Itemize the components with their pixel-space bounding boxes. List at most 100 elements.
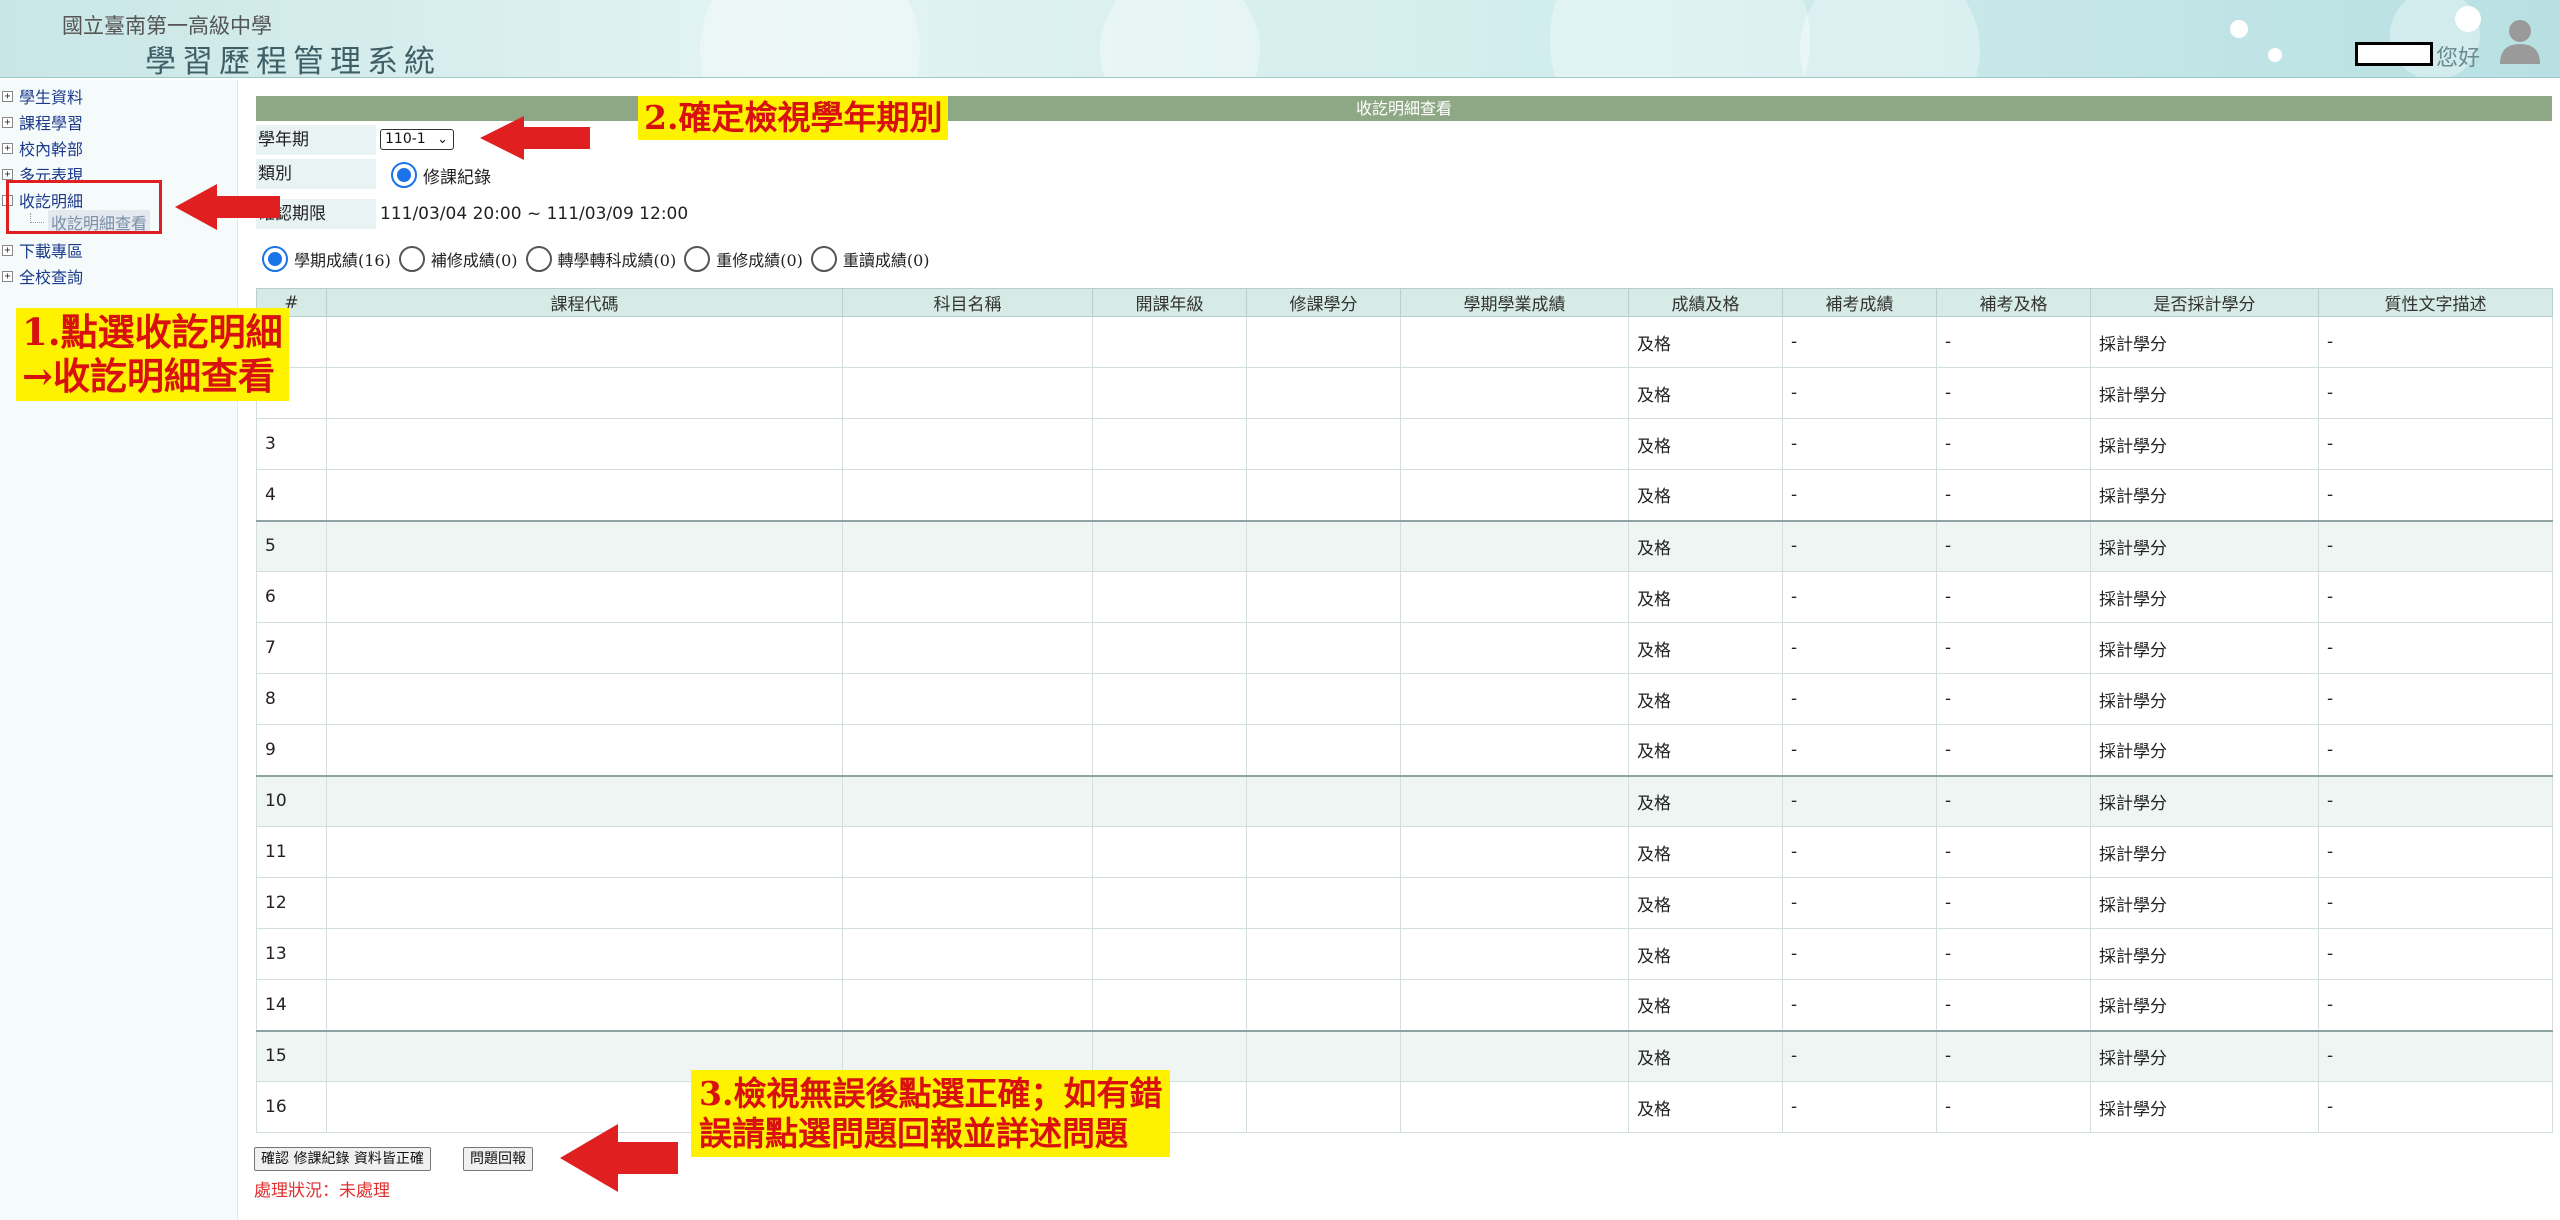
score-type-retake[interactable]: 重修成績(0) [684,246,803,272]
table-cell [842,774,1093,827]
page-title: 收訖明細查看 [256,96,2552,121]
table-cell: 採計學分 [2090,724,2319,776]
column-header: 修課學分 [1246,288,1401,317]
table-cell [1400,673,1629,725]
table-cell: - [2318,367,2553,419]
expand-icon[interactable]: + [2,116,13,128]
table-row: 14 及格 - - 採計學分 - [256,979,2553,1031]
table-cell [1246,724,1401,776]
score-type-repeat[interactable]: 重讀成績(0) [810,246,930,272]
table-cell: 及格 [1628,622,1783,674]
confirm-correct-button[interactable]: 確認 修課紀錄 資料皆正確 [254,1147,431,1171]
table-cell: - [1782,519,1937,572]
sidebar-item-school-query[interactable]: + 全校查詢 [2,264,83,288]
term-select-value: 110-1 [385,131,426,147]
table-cell [1246,826,1401,878]
table-cell: - [1782,316,1937,368]
table-cell [1246,928,1401,980]
table-cell: - [2318,519,2553,572]
expand-icon[interactable]: + [2,168,13,180]
table-cell [1246,1081,1401,1133]
table-cell [1400,571,1629,623]
table-cell [326,724,843,776]
score-type-transfer[interactable]: 轉學轉科成績(0) [525,246,676,272]
table-cell: 採計學分 [2090,519,2319,572]
table-cell: - [2318,724,2553,776]
table-cell: 16 [256,1081,327,1133]
table-header-row: # 課程代碼 科目名稱 開課年級 修課學分 學期學業成績 成績及格 補考成績 補考及格 是否採計學… [256,288,2553,317]
table-row: 10 及格 - - 採計學分 - [256,774,2553,827]
table-cell: 採計學分 [2090,826,2319,878]
step3-callout: 3.檢視無誤後點選正確；如有錯 誤請點選問題回報並詳述問題 [691,1070,1171,1158]
table-cell [1246,877,1401,929]
score-type-radio-group: 學期成績(16) 補修成績(0) 轉學轉科成績(0) 重修成績(0) 重讀成績(… [262,246,938,272]
category-option-label: 修課紀錄 [423,168,491,188]
table-cell: 13 [256,928,327,980]
table-cell [1246,469,1401,521]
table-cell [1092,877,1247,929]
table-cell: 5 [256,519,327,572]
sidebar-item-course-learning[interactable]: + 課程學習 [2,110,83,134]
table-cell: - [1782,1081,1937,1133]
expand-icon[interactable]: + [2,142,13,154]
table-cell: 7 [256,622,327,674]
radio-button[interactable] [525,246,552,272]
table-cell [1092,418,1247,470]
expand-icon[interactable]: + [2,270,13,282]
table-cell: 採計學分 [2090,877,2319,929]
table-row: 6 及格 - - 採計學分 - [256,571,2553,623]
radio-button[interactable] [398,246,425,272]
table-cell [326,367,843,419]
arrow-left-icon [560,1124,678,1192]
user-avatar-icon[interactable] [2498,16,2542,66]
table-row: 2及格--採計學分- [256,367,2553,419]
table-cell [1092,826,1247,878]
table-cell: - [1936,877,2091,929]
sidebar-item-downloads[interactable]: + 下載專區 [2,238,83,262]
table-cell: 及格 [1628,826,1783,878]
table-cell: - [1936,724,2091,776]
table-cell: 採計學分 [2090,1081,2319,1133]
grades-table: # 課程代碼 科目名稱 開課年級 修課學分 學期學業成績 成績及格 補考成績 補考及格 是否採計學… [256,288,2553,1133]
table-cell: 採計學分 [2090,367,2319,419]
table-cell: - [1782,367,1937,419]
table-cell: 及格 [1628,418,1783,470]
score-type-makeup[interactable]: 補修成績(0) [398,246,518,272]
table-row: 9 及格 - - 採計學分 - [256,724,2553,776]
table-cell [326,571,843,623]
table-cell: 採計學分 [2090,979,2319,1031]
radio-button[interactable] [262,246,288,272]
report-issue-button[interactable]: 問題回報 [463,1147,533,1171]
score-type-label: 補修成績(0) [430,251,518,270]
sidebar-item-cadres[interactable]: + 校內幹部 [2,136,83,160]
expand-icon[interactable]: + [2,244,13,256]
table-cell [842,418,1093,470]
table-cell: - [2318,1029,2553,1082]
table-cell: 及格 [1628,673,1783,725]
step3-line2: 誤請點選問題回報並詳述問題 [699,1113,1128,1153]
table-row: 1及格--採計學分- [256,316,2553,368]
table-cell [842,724,1093,776]
column-header: 補考成績 [1782,288,1937,317]
table-cell [1400,724,1629,776]
category-radio-course-record[interactable] [391,162,417,188]
table-cell: - [1782,928,1937,980]
app-header: 國立臺南第一高級中學 學習歷程管理系統 您好 [0,0,2560,78]
table-cell: 及格 [1628,979,1783,1031]
table-cell [1246,418,1401,470]
table-cell: - [1936,673,2091,725]
table-cell [1092,928,1247,980]
table-cell [1400,469,1629,521]
table-cell [1400,1029,1629,1082]
score-type-semester[interactable]: 學期成績(16) [262,246,391,272]
table-cell [842,469,1093,521]
expand-icon[interactable]: + [2,90,13,102]
table-cell: 6 [256,571,327,623]
table-cell: - [1782,877,1937,929]
table-cell [842,519,1093,572]
radio-button[interactable] [684,246,711,272]
term-select[interactable]: 110-1 ⌄ [380,129,454,150]
sidebar-item-student-data[interactable]: + 學生資料 [2,84,83,108]
radio-button[interactable] [810,246,837,272]
table-cell: - [1936,316,2091,368]
